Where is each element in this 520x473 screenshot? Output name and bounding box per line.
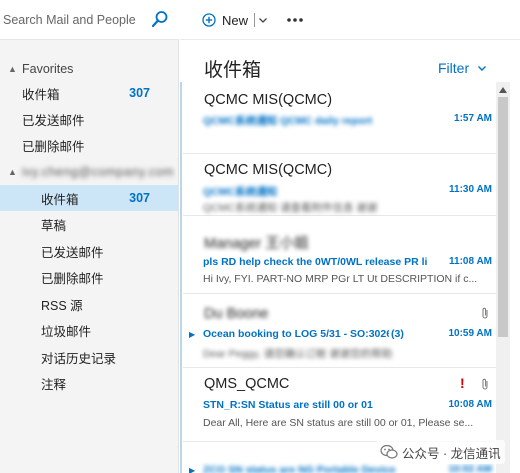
message-time: 1:57 AM — [454, 113, 492, 124]
folder-item-rss[interactable]: RSS 源 — [0, 291, 178, 317]
message-sender: QMS_QCMC — [204, 376, 290, 392]
watermark-text: 公众号 · 龙信通讯 — [402, 446, 501, 461]
favorite-item-deleted[interactable]: 已删除邮件 — [0, 132, 178, 158]
attachment-icon — [482, 307, 488, 319]
favorites-header[interactable]: ▲ Favorites — [8, 60, 73, 78]
nav-item-label: 垃圾邮件 — [41, 324, 92, 339]
account-label: ivy.cheng@company.com — [22, 165, 174, 179]
message-time: 10:59 AM — [448, 328, 492, 339]
search-icon[interactable] — [151, 10, 169, 28]
favorite-item-sent[interactable]: 已发送邮件 — [0, 106, 178, 132]
new-button-label: New — [222, 12, 249, 28]
folder-item-conversation-history[interactable]: 对话历史记录 — [0, 344, 178, 370]
message-time: 10:02 AM — [448, 464, 492, 473]
message-subject: QCMC系统通知 QCMC daily report — [203, 115, 373, 127]
folder-item-junk[interactable]: 垃圾邮件 — [0, 317, 178, 343]
collapse-caret-icon: ▲ — [8, 167, 17, 177]
message-sender: Du Boone — [204, 306, 269, 322]
unread-count-badge: 307 — [129, 86, 150, 100]
command-bar: New — [180, 0, 520, 40]
message-time: 11:30 AM — [449, 184, 492, 195]
chevron-down-icon[interactable] — [258, 15, 268, 25]
folder-pane: ▲ Favorites 收件箱 307 已发送邮件 已删除邮件 ▲ ivy.ch… — [0, 0, 179, 473]
message-subject: QCMC系统通知 — [203, 186, 278, 198]
message-item[interactable]: QCMC MIS(QCMC) QCMC系统通知 11:30 AM QCMC系统通… — [183, 154, 496, 216]
message-subject: pls RD help check the 0WT/0WL release PR… — [203, 256, 428, 268]
favorites-label: Favorites — [22, 62, 74, 76]
watermark: 公众号 · 龙信通讯 — [376, 440, 505, 464]
message-time: 10:08 AM — [448, 399, 492, 410]
filter-label: Filter — [438, 60, 470, 76]
message-time: 11:08 AM — [449, 256, 492, 267]
folder-item-inbox[interactable]: 收件箱 307 — [0, 185, 178, 211]
nav-item-label: 已发送邮件 — [22, 113, 85, 128]
filter-button[interactable]: Filter — [438, 60, 487, 76]
new-button-divider — [254, 13, 256, 27]
folder-item-sent[interactable]: 已发送邮件 — [0, 238, 178, 264]
folder-item-notes[interactable]: 注释 — [0, 370, 178, 396]
message-item[interactable]: QMS_QCMC ! STN_R:SN Status are still 00 … — [183, 368, 496, 442]
message-preview: Dear All, Here are SN status are still 0… — [203, 417, 474, 429]
message-preview: Dear Peggy, 请您确认订舱 谢谢您的帮助 — [203, 348, 393, 360]
message-sender: QCMC MIS(QCMC) — [204, 92, 333, 108]
message-subject: ZCO SN status are NG Portable Device — [203, 464, 396, 473]
search-box — [0, 0, 179, 40]
expand-thread-icon[interactable]: ▶ — [189, 466, 195, 473]
folder-title: 收件箱 — [204, 60, 262, 81]
nav-item-label: 草稿 — [41, 218, 67, 233]
plus-circle-icon — [202, 13, 216, 27]
message-preview: QCMC系统通知 请查看附件信息 谢谢 — [203, 202, 378, 214]
message-item[interactable]: QCMC MIS(QCMC) QCMC系统通知 QCMC daily repor… — [183, 82, 496, 154]
nav-item-label: 收件箱 — [41, 192, 79, 207]
list-accent-bar — [180, 82, 182, 473]
expand-thread-icon[interactable]: ▶ — [189, 330, 195, 339]
account-header[interactable]: ▲ ivy.cheng@company.com — [8, 163, 174, 181]
message-preview: Hi Ivy, FYI. PART-NO MRP PGr LT Ut DESCR… — [203, 273, 478, 285]
folder-item-deleted[interactable]: 已删除邮件 — [0, 264, 178, 290]
nav-item-label: 注释 — [41, 377, 67, 392]
message-list: QCMC MIS(QCMC) QCMC系统通知 QCMC daily repor… — [183, 82, 496, 473]
message-subject: STN_R:SN Status are still 00 or 01 — [203, 399, 373, 411]
nav-item-label: 已发送邮件 — [41, 245, 104, 260]
search-input[interactable] — [3, 11, 145, 29]
folder-item-drafts[interactable]: 草稿 — [0, 211, 178, 237]
nav-item-label: 已删除邮件 — [22, 139, 85, 154]
nav-item-label: 对话历史记录 — [41, 351, 117, 366]
message-item[interactable]: Manager 王小姐 pls RD help check the 0WT/0W… — [183, 216, 496, 294]
scroll-thumb[interactable] — [498, 97, 508, 337]
message-sender: QCMC MIS(QCMC) — [204, 162, 333, 178]
thread-count: (3) — [391, 328, 404, 340]
message-subject: Ocean booking to LOG 5/31 - SO:30263 — [203, 328, 389, 340]
chevron-down-icon — [478, 66, 487, 71]
nav-item-label: 收件箱 — [22, 87, 60, 102]
message-sender: Manager 王小姐 — [204, 236, 309, 252]
unread-count-badge: 307 — [129, 191, 150, 205]
attachment-icon — [482, 378, 488, 390]
favorite-item-inbox[interactable]: 收件箱 307 — [0, 80, 178, 106]
nav-item-label: RSS 源 — [41, 298, 83, 313]
collapse-caret-icon: ▲ — [8, 64, 17, 74]
message-list-scrollbar[interactable] — [496, 82, 510, 473]
more-options-icon[interactable] — [286, 12, 304, 28]
message-item[interactable]: Du Boone ▶ Ocean booking to LOG 5/31 - S… — [183, 294, 496, 368]
scroll-up-arrow-icon[interactable] — [498, 86, 508, 94]
wechat-icon — [380, 444, 398, 459]
new-message-button[interactable]: New — [202, 10, 268, 30]
high-importance-icon: ! — [460, 375, 465, 391]
nav-item-label: 已删除邮件 — [41, 271, 104, 286]
